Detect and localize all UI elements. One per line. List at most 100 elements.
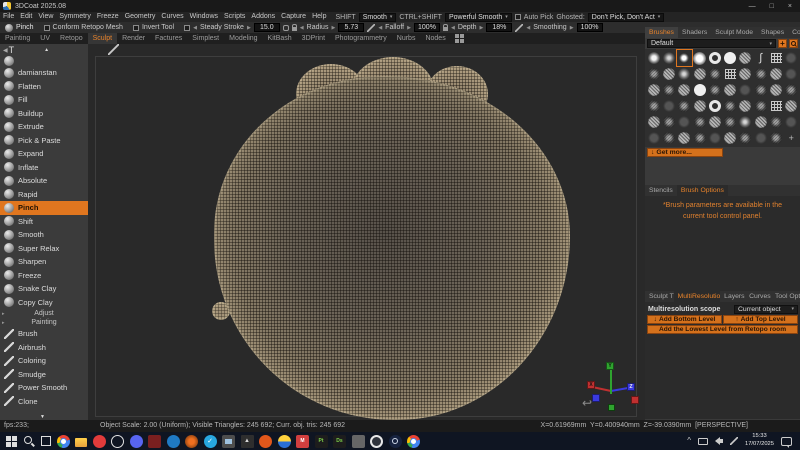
brush-thumb[interactable] [753, 82, 768, 98]
add-top-level-button[interactable]: ↑ Add Top Level [723, 315, 798, 324]
tool-partial[interactable] [0, 56, 88, 66]
brush-thumb[interactable] [677, 98, 692, 114]
ghosted-dropdown[interactable]: Don't Pick, Don't Act ▾ [588, 13, 665, 22]
falloff-value[interactable]: 100% [414, 23, 440, 32]
darkred-app-icon[interactable] [148, 435, 161, 448]
room-tab-render[interactable]: Render [117, 33, 150, 44]
tab-brushes[interactable]: Brushes [645, 27, 678, 38]
tab-sculpt-mode[interactable]: Sculpt Mode [711, 27, 757, 38]
maximize-button[interactable]: □ [770, 3, 774, 10]
tab-multiresolution[interactable]: MultiResolution [674, 291, 721, 302]
brush-thumb[interactable] [646, 66, 661, 82]
brush-thumb[interactable] [707, 98, 722, 114]
tray-volume-icon[interactable] [715, 437, 723, 445]
brush-thumb[interactable] [768, 50, 783, 66]
brush-thumb[interactable] [677, 114, 692, 130]
brush-thumb[interactable] [784, 50, 799, 66]
invert-tool-checkbox[interactable] [133, 25, 139, 31]
spinner-right-icon[interactable]: ▶ [407, 25, 411, 31]
spinner-right-icon[interactable]: ▶ [331, 25, 335, 31]
add-lowest-level-button[interactable]: Add the Lowest Level from Retopo room [647, 325, 798, 334]
brush-thumb[interactable] [722, 82, 737, 98]
brush-thumb[interactable] [661, 82, 676, 98]
tool-flatten[interactable]: Flatten [0, 80, 88, 94]
tool-expand[interactable]: Expand [0, 147, 88, 161]
z-axis-handle[interactable]: Z [627, 383, 635, 391]
brush-thumb[interactable] [738, 114, 753, 130]
tool-absolute[interactable]: Absolute [0, 174, 88, 188]
brush-thumb[interactable] [692, 50, 707, 66]
tool-inflate[interactable]: Inflate [0, 161, 88, 175]
task-view-icon[interactable] [41, 436, 51, 446]
spinner-left-icon[interactable]: ◀ [193, 25, 197, 31]
3d-viewport[interactable]: Y X Z ↩ [88, 44, 645, 420]
room-tab-painting[interactable]: Painting [0, 33, 35, 44]
smoothing-value[interactable]: 100% [577, 23, 603, 32]
tool-clone[interactable]: Clone [0, 395, 88, 409]
tray-display-icon[interactable] [698, 438, 708, 445]
brush-thumb[interactable] [646, 130, 661, 146]
minimize-button[interactable]: — [749, 3, 756, 10]
multires-scope-dropdown[interactable]: Current object ▾ [734, 305, 798, 314]
tool-freeze[interactable]: Freeze [0, 269, 88, 283]
flame-app-icon[interactable] [259, 435, 272, 448]
tab-shapes[interactable]: Shapes [757, 27, 788, 38]
brush-thumb[interactable] [768, 130, 783, 146]
brush-thumb[interactable] [677, 66, 692, 82]
camera-app-icon[interactable] [370, 435, 383, 448]
brush-thumb[interactable] [753, 98, 768, 114]
steam-icon[interactable] [389, 435, 402, 448]
green-axis-dot[interactable] [608, 404, 615, 411]
tool-shift[interactable]: Shift [0, 215, 88, 229]
tool-snake-clay[interactable]: Snake Clay [0, 282, 88, 296]
tab-curves[interactable]: Curves [745, 291, 771, 302]
add-brush-button[interactable]: + [778, 39, 787, 48]
steady-stroke-value[interactable]: 15.0 [254, 23, 280, 32]
monitor-app-icon[interactable] [222, 435, 235, 448]
spinner-left-icon[interactable]: ◀ [300, 25, 304, 31]
conform-retopo-checkbox[interactable] [44, 25, 50, 31]
tool-extrude[interactable]: Extrude [0, 120, 88, 134]
brush-thumb[interactable] [738, 130, 753, 146]
brush-thumb[interactable] [707, 50, 722, 66]
brush-thumb[interactable] [661, 66, 676, 82]
substance-designer-icon[interactable]: Ds [333, 435, 346, 448]
yellow-blue-app-icon[interactable] [278, 435, 291, 448]
lock-icon[interactable] [292, 27, 297, 31]
room-tab-3dprint[interactable]: 3DPrint [297, 33, 330, 44]
menu-item[interactable]: Curves [158, 12, 186, 22]
brush-thumb[interactable] [707, 114, 722, 130]
brush-thumb[interactable] [768, 114, 783, 130]
y-axis-handle[interactable]: Y [606, 362, 614, 370]
menu-item[interactable]: Addons [248, 12, 278, 22]
neg-z-axis-handle[interactable] [592, 394, 600, 402]
menu-item[interactable]: Symmetry [56, 12, 94, 22]
brush-thumb[interactable] [784, 130, 799, 146]
substance-painter-icon[interactable]: Pt [315, 435, 328, 448]
brush-thumb[interactable] [692, 98, 707, 114]
spinner-left-icon[interactable]: ◀ [451, 25, 455, 31]
menu-item[interactable]: Edit [17, 12, 35, 22]
room-tab-simplest[interactable]: Simplest [187, 33, 224, 44]
add-bottom-level-button[interactable]: ↓ Add Bottom Level [647, 315, 722, 324]
notifications-icon[interactable] [781, 437, 792, 446]
brush-thumb[interactable] [768, 82, 783, 98]
brush-thumb[interactable] [722, 114, 737, 130]
menu-item[interactable]: Windows [187, 12, 221, 22]
x-axis-handle[interactable]: X [587, 381, 595, 389]
brush-thumb[interactable] [722, 98, 737, 114]
search-brush-button[interactable] [789, 39, 798, 48]
brush-thumb[interactable] [661, 130, 676, 146]
badge-app-icon[interactable] [111, 435, 124, 448]
brush-thumb[interactable] [692, 66, 707, 82]
room-tab-modeling[interactable]: Modeling [224, 33, 262, 44]
brush-preset-dropdown[interactable]: Default ▾ [647, 39, 776, 48]
brush-thumb[interactable] [661, 50, 676, 66]
telegram-icon[interactable] [204, 435, 217, 448]
tool-smooth[interactable]: Smooth [0, 228, 88, 242]
brush-thumb[interactable] [646, 50, 661, 66]
menu-item[interactable]: Help [309, 12, 329, 22]
taskbar-clock[interactable]: 15:33 17/07/2025 [745, 433, 774, 448]
brush-thumb[interactable] [722, 130, 737, 146]
tab-layers[interactable]: Layers [720, 291, 745, 302]
